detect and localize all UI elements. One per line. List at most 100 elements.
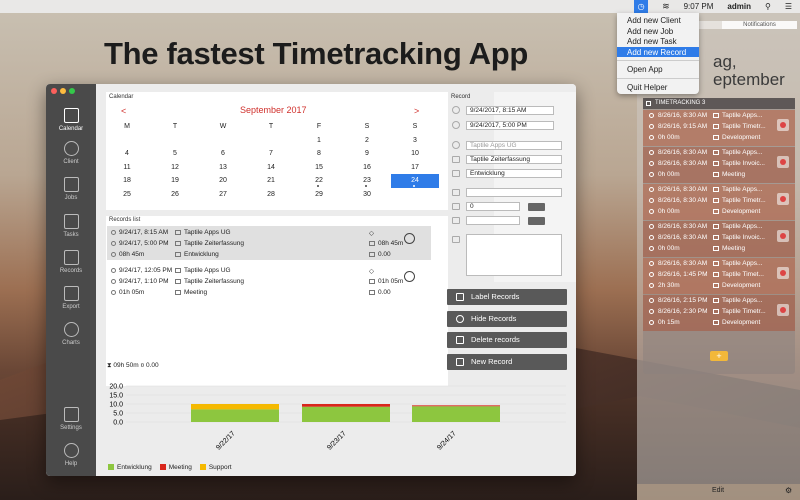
menu-quit-helper[interactable]: Quit Helper [617,82,699,93]
menu-add-client[interactable]: Add new Client [617,15,699,26]
calendar-day[interactable]: 19 [151,174,199,188]
stop-timer-icon[interactable] [777,156,789,168]
tab-notifications[interactable]: Notifications [722,21,797,29]
calendar-day[interactable]: 28 [247,188,295,202]
sidebar-item-settings[interactable]: Settings [46,407,96,441]
calendar-day[interactable]: 17 [391,161,439,175]
nc-edit-button[interactable]: Edit [712,487,724,494]
stop-timer-icon[interactable] [777,119,789,131]
stopwatch-icon[interactable] [404,233,415,244]
hourglass-icon [369,278,375,284]
previous-month-arrow[interactable]: < [121,106,126,116]
gear-icon[interactable]: ⚙ [785,486,792,495]
stop-timer-icon[interactable] [777,230,789,242]
label-records-button[interactable]: Label Records [447,289,567,305]
bar-meeting [412,405,500,407]
calendar-day[interactable]: 8 [295,147,343,161]
menu-add-task[interactable]: Add new Task [617,36,699,47]
timetracking-status-icon[interactable]: ◷ [634,0,649,13]
calendar-day[interactable]: 18 [103,174,151,188]
sidebar-item-client[interactable]: Client [46,141,96,175]
notes-field[interactable] [466,234,562,276]
calendar-day[interactable]: 3 [391,134,439,148]
hide-records-button[interactable]: Hide Records [447,311,567,327]
delete-records-button[interactable]: Delete records [447,332,567,348]
calendar-day[interactable]: 20 [199,174,247,188]
spotlight-icon[interactable]: ⚲ [765,2,771,11]
calendar-day[interactable]: 4 [103,147,151,161]
widget-record[interactable]: 8/26/16, 2:15 PM 8/26/16, 2:30 PM 0h 15m Ta… [643,295,795,331]
sidebar-item-records[interactable]: Records [46,250,96,284]
record-client: Taptile Apps UG [175,267,231,274]
label-field[interactable] [466,188,562,197]
clock-icon [649,160,654,166]
calendar-day[interactable]: 23 [343,174,391,188]
zoom-button[interactable] [69,88,75,94]
menu-add-job[interactable]: Add new Job [617,26,699,37]
sidebar-item-export[interactable]: Export [46,286,96,320]
calendar-day[interactable]: 21 [247,174,295,188]
calendar-day[interactable]: 14 [247,161,295,175]
calendar-day[interactable]: 30 [343,188,391,202]
sidebar-item-help[interactable]: Help [46,443,96,476]
widget-record[interactable]: 8/26/16, 8:30 AM 8/26/16, 8:30 AM 0h 00m Ta… [643,147,795,183]
stop-timer-icon[interactable] [777,304,789,316]
sidebar-item-charts[interactable]: Charts [46,322,96,356]
calendar-day[interactable]: 25 [103,188,151,202]
record-duration: 01h 05m [111,289,144,296]
widget-record-job: Taptile Timetr... [713,123,766,130]
weekday-header: F [316,123,322,130]
calendar-day[interactable]: 10 [391,147,439,161]
new-record-button[interactable]: New Record [447,354,567,370]
stopwatch-icon[interactable] [404,271,415,282]
calendar-day[interactable]: 27 [199,188,247,202]
widget-record[interactable]: 8/26/16, 8:30 AM 8/26/16, 8:30 AM 0h 00m Ta… [643,221,795,257]
calendar-day[interactable]: 9 [343,147,391,161]
calendar-day[interactable]: 16 [343,161,391,175]
calendar-day[interactable]: 7 [247,147,295,161]
client-field[interactable]: Taptile Apps UG [466,141,562,150]
calendar-day[interactable]: 24 [391,174,439,188]
calendar-day[interactable]: 12 [151,161,199,175]
task-select[interactable]: Entwicklung [466,169,562,178]
wifi-icon[interactable]: ≋ [662,1,670,12]
record-row[interactable]: 9/24/17, 8:15 AM 9/24/17, 5:00 PM 08h 45m T… [107,226,431,260]
close-button[interactable] [51,88,57,94]
next-month-arrow[interactable]: > [414,106,419,116]
widget-record[interactable]: 8/26/16, 8:30 AM 8/26/16, 8:30 AM 0h 00m Ta… [643,184,795,220]
job-select[interactable]: Taptile Zeiterfassung [466,155,562,164]
start-datetime-field[interactable]: 9/24/2017, 8:15 AM [466,106,554,115]
record-row[interactable]: 9/24/17, 12:05 PM 9/24/17, 1:10 PM 01h 05m… [107,264,431,298]
calendar-day[interactable]: 2 [343,134,391,148]
menu-add-record[interactable]: Add new Record [617,46,699,57]
widget-add-button[interactable]: + [710,351,728,361]
sidebar-item-jobs[interactable]: Jobs [46,177,96,211]
minimize-button[interactable] [60,88,66,94]
notification-center-icon[interactable]: ☰ [785,2,792,11]
calendar-day[interactable]: 6 [199,147,247,161]
widget-record[interactable]: 8/26/16, 8:30 AM 8/26/16, 9:15 AM 0h 00m Ta… [643,110,795,146]
calendar-day[interactable]: 13 [199,161,247,175]
calendar-day[interactable]: 22 [295,174,343,188]
end-datetime-field[interactable]: 9/24/2017, 5:00 PM [466,121,554,130]
job-icon [713,197,719,203]
menu-open-app[interactable]: Open App [617,64,699,75]
calendar-day[interactable]: 15 [295,161,343,175]
clock[interactable]: 9:07 PM [684,2,714,11]
widget-job-text: Taptile Timetr... [722,123,766,130]
stop-timer-icon[interactable] [777,193,789,205]
stop-timer-icon[interactable] [777,267,789,279]
calendar-day[interactable]: 11 [103,161,151,175]
amount-field[interactable] [466,216,520,225]
sidebar-item-calendar[interactable]: Calendar [46,108,96,142]
calendar-day[interactable]: 1 [295,134,343,148]
amount-toggle[interactable] [528,217,545,225]
calendar-day[interactable]: 5 [151,147,199,161]
rate-toggle[interactable] [528,203,545,211]
calendar-day[interactable]: 26 [151,188,199,202]
user-name[interactable]: admin [727,2,751,11]
sidebar-item-tasks[interactable]: Tasks [46,214,96,248]
rate-field[interactable]: 0 [466,202,520,211]
widget-record[interactable]: 8/26/16, 8:30 AM 8/26/16, 1:45 PM 2h 30m Ta… [643,258,795,294]
calendar-day[interactable]: 29 [295,188,343,202]
